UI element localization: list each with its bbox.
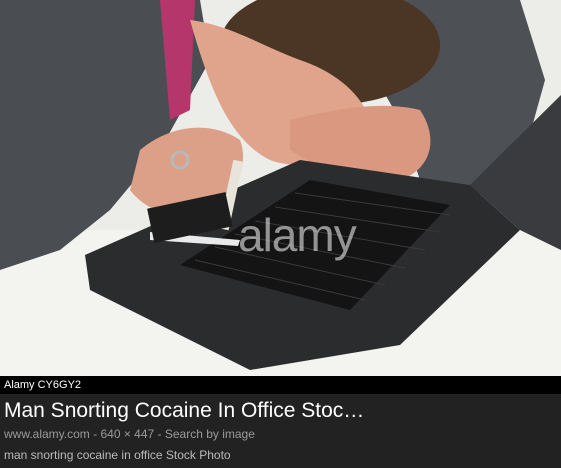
source-bar: Alamy CY6GY2	[0, 376, 561, 394]
image-dimensions: 640 × 447	[100, 427, 155, 441]
search-by-image-link[interactable]: Search by image	[165, 427, 255, 441]
source-label: Alamy CY6GY2	[4, 379, 82, 391]
result-image[interactable]: alamy	[0, 0, 561, 376]
photo-illustration	[0, 0, 561, 376]
result-description: man snorting cocaine in office Stock Pho…	[4, 448, 231, 462]
separator: -	[89, 427, 101, 441]
result-meta: www.alamy.com - 640 × 447 - Search by im…	[4, 426, 255, 442]
domain-link[interactable]: www.alamy.com	[4, 427, 90, 441]
separator: -	[154, 427, 165, 441]
result-info-panel: Alamy CY6GY2 Man Snorting Cocaine In Off…	[0, 376, 561, 468]
result-title-link[interactable]: Man Snorting Cocaine In Office Stoc…	[4, 398, 557, 424]
